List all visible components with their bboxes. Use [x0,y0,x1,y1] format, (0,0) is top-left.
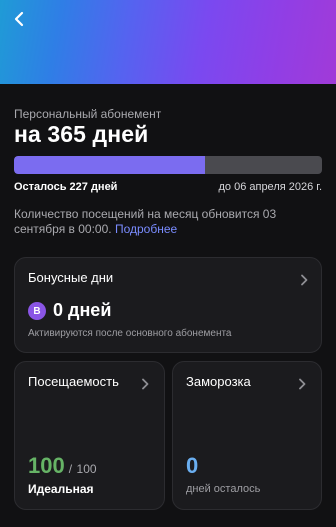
freeze-days-value: 0 [186,453,199,478]
bonus-badge-icon: B [28,302,46,320]
more-details-link[interactable]: Подробнее [115,222,177,236]
attendance-status: Идеальная [28,482,94,496]
days-remaining-label: Осталось 227 дней [14,181,118,193]
bonus-days-title: Бонусные дни [28,270,114,285]
membership-screen: Персональный абонемент на 365 дней Остал… [0,0,336,527]
header-gradient-banner [0,0,336,84]
freeze-days-note: дней осталось [186,483,261,495]
freeze-title: Заморозка [186,374,251,389]
membership-subtitle: Персональный абонемент [14,107,162,121]
attendance-max: 100 [76,462,97,476]
freeze-card[interactable]: Заморозка 0 дней осталось [172,361,322,510]
attendance-separator: / [68,462,73,476]
bonus-days-value: 0 дней [53,300,112,320]
attendance-card[interactable]: Посещаемость 100/ 100 Идеальная [14,361,165,510]
chevron-right-icon[interactable] [296,378,308,390]
chevron-right-icon[interactable] [139,378,151,390]
bonus-days-card[interactable]: Бонусные дни B 0 дней Активируются после… [14,257,322,353]
attendance-title: Посещаемость [28,374,119,389]
back-button[interactable] [8,8,30,30]
bonus-days-note: Активируются после основного абонемента [28,328,232,339]
attendance-value: 100 [28,453,65,478]
chevron-left-icon [14,11,24,27]
membership-progress-fill [14,156,205,174]
attendance-value-group: 100/ 100 [28,453,97,479]
chevron-right-icon[interactable] [298,274,310,286]
visits-refresh-note: Количество посещений на месяц обновится … [14,207,322,237]
membership-progress-bar [14,156,322,174]
membership-title: на 365 дней [14,121,149,147]
end-date-label: до 06 апреля 2026 г. [218,181,322,193]
